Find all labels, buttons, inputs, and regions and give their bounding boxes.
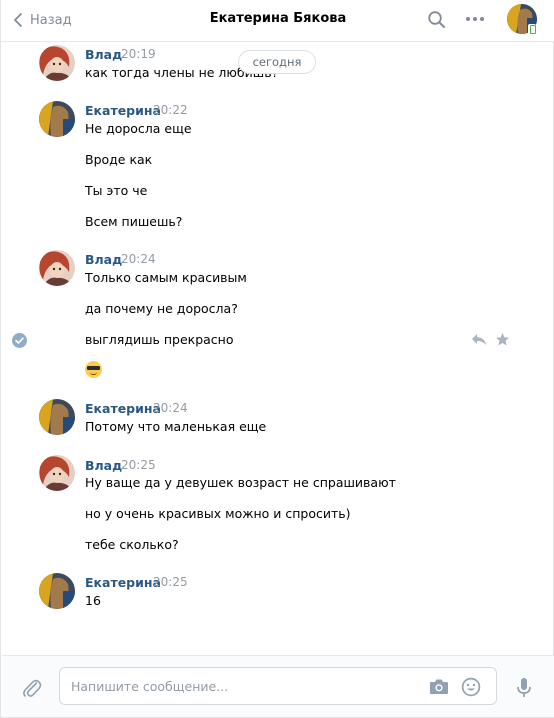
camera-icon[interactable] bbox=[429, 678, 449, 698]
avatar-ekaterina[interactable] bbox=[39, 573, 75, 609]
microphone-icon[interactable] bbox=[516, 677, 532, 702]
more-icon[interactable] bbox=[464, 11, 486, 30]
message-author[interactable]: Влад bbox=[85, 458, 122, 473]
message-text: Ты это че bbox=[85, 183, 148, 198]
paperclip-icon[interactable] bbox=[22, 677, 42, 702]
message-text: Ну ваще да у девушек возраст не спрашива… bbox=[85, 475, 396, 490]
avatar-ekaterina[interactable] bbox=[39, 101, 75, 137]
search-icon[interactable] bbox=[427, 10, 447, 33]
chat-window: Назад Екатерина Бякова сегодня Влад 20:1… bbox=[0, 0, 554, 718]
mobile-online-icon bbox=[528, 24, 536, 34]
back-button[interactable]: Назад bbox=[13, 10, 72, 30]
chat-header: Назад Екатерина Бякова bbox=[1, 0, 554, 42]
message-text: 16 bbox=[85, 593, 101, 608]
message-author[interactable]: Влад bbox=[85, 252, 122, 267]
reply-icon[interactable] bbox=[471, 333, 487, 350]
message-composer bbox=[2, 655, 554, 717]
message-text: Только самым красивым bbox=[85, 270, 247, 285]
message-text: Вроде как bbox=[85, 152, 153, 167]
message-time: 20:24 bbox=[121, 252, 156, 266]
date-separator: сегодня bbox=[238, 50, 316, 74]
avatar-vlad[interactable] bbox=[39, 250, 75, 286]
message-input-box bbox=[59, 667, 497, 705]
message-author[interactable]: Екатерина bbox=[85, 401, 161, 416]
back-label: Назад bbox=[30, 12, 72, 28]
message-input[interactable] bbox=[71, 677, 411, 695]
message-author[interactable]: Влад bbox=[85, 47, 122, 62]
check-circle-icon[interactable] bbox=[12, 333, 27, 348]
message-time: 20:24 bbox=[153, 401, 188, 415]
message-text: Всем пишешь? bbox=[85, 214, 183, 229]
message-text: Потому что маленькая еще bbox=[85, 419, 267, 434]
message-time: 20:25 bbox=[153, 575, 188, 589]
avatar-ekaterina[interactable] bbox=[39, 399, 75, 435]
message-author[interactable]: Екатерина bbox=[85, 103, 161, 118]
message-time: 20:19 bbox=[121, 47, 156, 61]
avatar-vlad[interactable] bbox=[39, 45, 75, 81]
message-author[interactable]: Екатерина bbox=[85, 575, 161, 590]
chevron-left-icon bbox=[14, 13, 22, 27]
message-text: Не доросла еще bbox=[85, 121, 192, 136]
message-time: 20:25 bbox=[121, 458, 156, 472]
star-icon[interactable] bbox=[495, 332, 510, 350]
sunglasses-emoji-icon bbox=[85, 361, 102, 378]
message-text: да почему не доросла? bbox=[85, 301, 238, 316]
avatar-vlad[interactable] bbox=[39, 455, 75, 491]
message-time: 20:22 bbox=[153, 103, 188, 117]
message-text: выглядишь прекрасно bbox=[85, 332, 234, 347]
message-text: но у очень красивых можно и спросить) bbox=[85, 506, 351, 521]
smile-icon[interactable] bbox=[461, 677, 481, 700]
message-text: тебе сколько? bbox=[85, 537, 179, 552]
